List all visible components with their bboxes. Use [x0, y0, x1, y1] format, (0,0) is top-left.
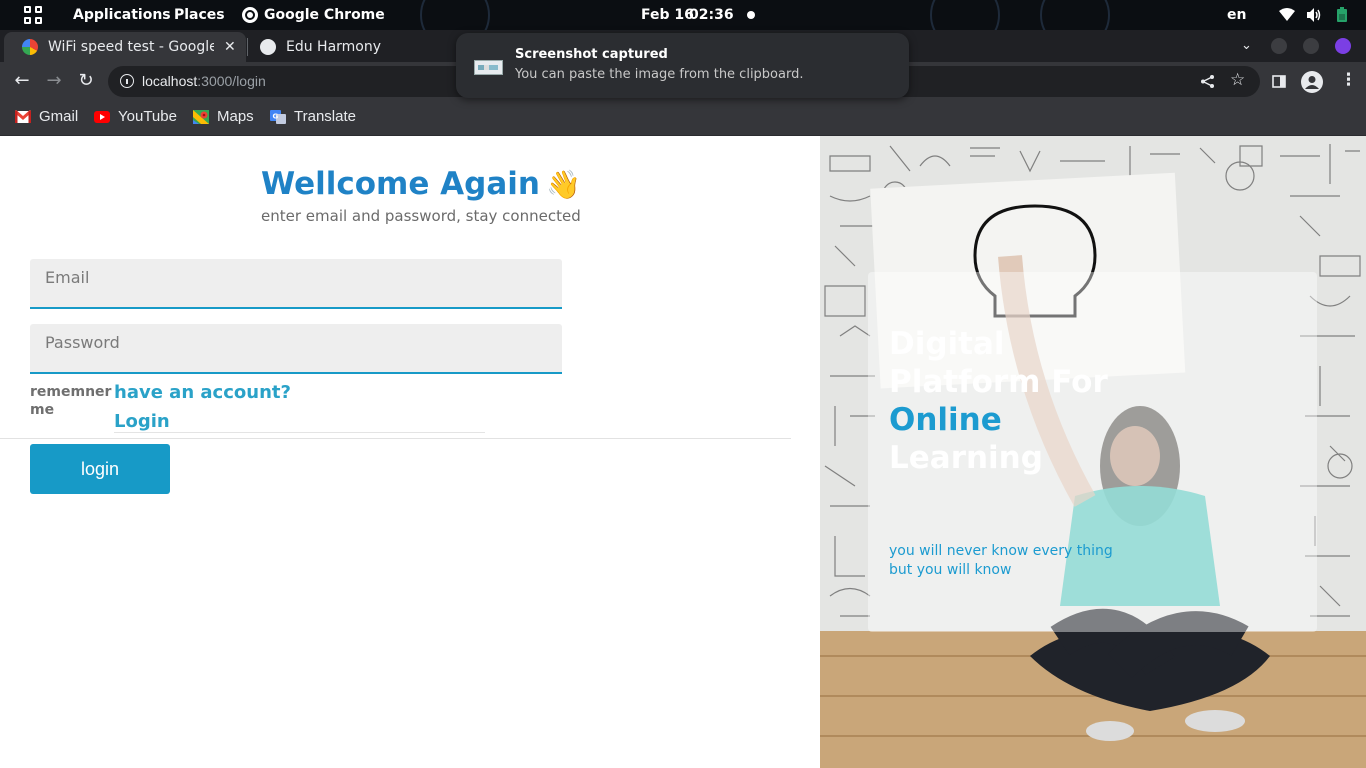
kebab-menu-icon[interactable]: ⋮ — [1340, 70, 1357, 90]
wifi-icon[interactable] — [1279, 7, 1295, 23]
welcome-heading: Wellcome Again — [261, 166, 540, 202]
clock-time[interactable]: 02:36 — [689, 7, 734, 23]
apps-grid-icon[interactable] — [24, 6, 42, 24]
system-top-bar: Applications Places Google Chrome Feb 16… — [0, 0, 1366, 50]
profile-avatar-icon[interactable] — [1301, 71, 1323, 93]
password-input[interactable] — [30, 324, 562, 372]
page-title: Wellcome Again 👋 — [261, 166, 581, 202]
youtube-icon — [94, 110, 110, 123]
page-subtitle: enter email and password, stay connected — [261, 207, 581, 225]
side-panel-icon[interactable] — [1272, 75, 1286, 88]
waving-hand-icon: 👋 — [545, 168, 581, 201]
gmail-icon — [15, 109, 31, 123]
screenshot-notification[interactable]: Screenshot captured You can paste the im… — [456, 33, 909, 98]
tab-title: WiFi speed test - Google s — [48, 39, 214, 55]
bookmark-label: Translate — [294, 108, 356, 125]
close-icon[interactable]: ✕ — [224, 39, 236, 55]
bookmarks-bar: Gmail YouTube Maps G Translate — [0, 100, 1366, 136]
maps-icon — [193, 109, 209, 124]
hero-title-line: Platform For — [889, 364, 1108, 400]
globe-icon — [260, 39, 276, 55]
bookmark-label: Maps — [217, 108, 254, 125]
svg-text:G: G — [273, 112, 279, 120]
forward-arrow-icon[interactable]: → — [43, 70, 65, 92]
share-icon[interactable] — [1200, 74, 1215, 89]
clock-date[interactable]: Feb 16 — [641, 7, 694, 23]
translate-icon: G — [270, 109, 286, 124]
tab-edu-harmony[interactable]: Edu Harmony — [242, 32, 442, 62]
minimize-button[interactable] — [1271, 38, 1287, 54]
notification-dot-icon — [747, 11, 755, 19]
hero-subtitle: you will never know every thing but you … — [889, 543, 1113, 578]
places-menu[interactable]: Places — [174, 7, 225, 23]
active-app-menu[interactable]: Google Chrome — [264, 7, 385, 23]
email-input[interactable] — [30, 259, 562, 307]
maximize-button[interactable] — [1303, 38, 1319, 54]
volume-icon[interactable] — [1306, 7, 1322, 23]
login-button[interactable]: login — [30, 444, 170, 494]
notification-title: Screenshot captured — [515, 47, 668, 62]
bookmark-star-icon[interactable]: ☆ — [1230, 70, 1245, 90]
have-account-text: have an account? — [114, 382, 291, 403]
hero-title-line: Digital — [889, 326, 1005, 362]
site-info-icon[interactable] — [120, 74, 134, 88]
tab-title: Edu Harmony — [286, 39, 382, 55]
remember-me-label[interactable]: rememner me — [30, 383, 111, 419]
chrome-icon — [242, 7, 258, 23]
screenshot-thumbnail — [474, 60, 503, 75]
notification-body: You can paste the image from the clipboa… — [515, 67, 804, 82]
bookmark-gmail[interactable]: Gmail — [15, 108, 78, 125]
close-window-button[interactable] — [1335, 38, 1351, 54]
tab-separator — [247, 38, 248, 56]
bookmark-maps[interactable]: Maps — [193, 108, 254, 125]
google-icon — [22, 39, 38, 55]
bookmark-label: YouTube — [118, 108, 177, 125]
login-link[interactable]: Login — [114, 411, 170, 432]
login-page: Wellcome Again 👋 enter email and password… — [0, 136, 1366, 768]
hero-title: Digital Platform For Online Learning — [889, 325, 1129, 477]
language-indicator[interactable]: en — [1227, 7, 1246, 23]
divider — [114, 432, 485, 433]
email-field-wrapper — [30, 259, 562, 309]
hero-panel: Digital Platform For Online Learning you… — [820, 136, 1366, 768]
url-text[interactable]: localhost:3000/login — [142, 73, 266, 89]
tab-search-chevron-down-icon[interactable]: ⌄ — [1241, 38, 1252, 53]
reload-icon[interactable]: ↻ — [75, 70, 97, 92]
back-arrow-icon[interactable]: ← — [11, 70, 33, 92]
password-field-wrapper — [30, 324, 562, 374]
hero-title-line: Learning — [889, 440, 1043, 476]
bookmark-translate[interactable]: G Translate — [270, 108, 356, 125]
battery-icon[interactable] — [1334, 7, 1350, 23]
tab-wifi-speed-test[interactable]: WiFi speed test - Google s ✕ — [4, 32, 246, 62]
bookmark-label: Gmail — [39, 108, 79, 125]
applications-menu[interactable]: Applications — [73, 7, 171, 23]
bookmark-youtube[interactable]: YouTube — [94, 108, 177, 125]
hero-title-accent: Online — [889, 402, 1002, 438]
divider — [0, 438, 791, 439]
